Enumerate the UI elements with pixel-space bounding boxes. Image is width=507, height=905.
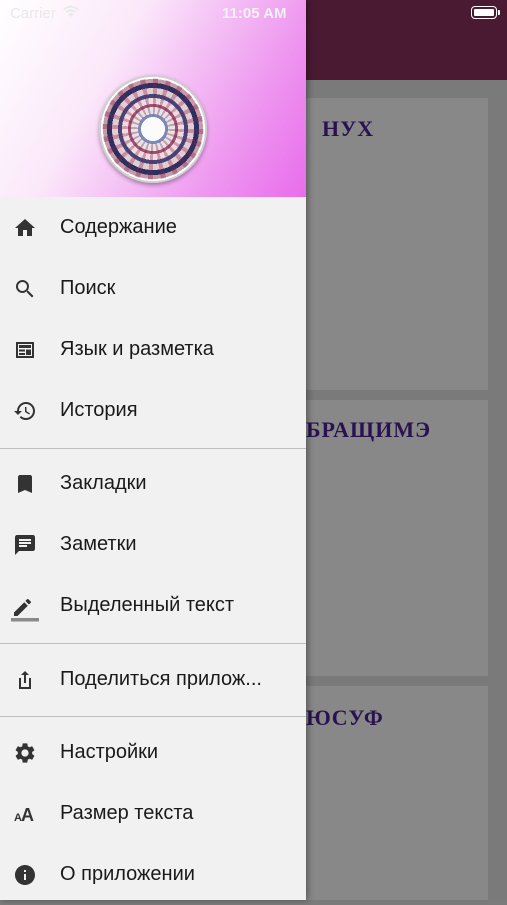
menu-item-label: Поделиться прилож... (60, 668, 262, 690)
status-bar: Carrier 11:05 AM (0, 0, 507, 26)
menu-item-label: Выделенный текст (60, 594, 235, 616)
menu-divider (0, 643, 306, 644)
menu-item-label: Заметки (60, 533, 137, 555)
chapter-card-title: ЮСУФ (306, 705, 384, 730)
menu-item-label: Поиск (60, 277, 116, 299)
note-icon (15, 535, 35, 555)
menu-item-search[interactable]: Поиск (0, 259, 306, 319)
menu-item-label: О приложении (60, 863, 195, 885)
share-icon (19, 671, 31, 689)
menu-item-label: Язык и разметка (60, 338, 214, 360)
menu-item-label: Настройки (60, 741, 159, 763)
home-icon (15, 219, 35, 236)
wifi-icon (63, 5, 79, 17)
history-icon (14, 402, 35, 420)
menu-item-notes[interactable]: Заметки (0, 515, 306, 575)
menu-item-label: Содержание (60, 216, 177, 238)
search-icon (16, 280, 34, 298)
chapter-card-title: БРАЩИМЭ (306, 417, 432, 442)
status-time: 11:05 AM (222, 5, 287, 22)
app-logo (99, 75, 207, 183)
drawer-header (0, 0, 306, 197)
menu-item-language-layout[interactable]: Язык и разметка (0, 320, 306, 380)
menu-item-settings[interactable]: Настройки (0, 723, 306, 783)
bookmark-icon (18, 475, 32, 493)
navigation-drawer: Содержание Поиск Язык и разметка История… (0, 0, 306, 900)
carrier-label: Carrier (10, 5, 56, 22)
menu-item-contents[interactable]: Содержание (0, 198, 306, 258)
menu-item-label: Закладки (60, 472, 147, 494)
menu-item-bookmarks[interactable]: Закладки (0, 454, 306, 514)
menu-item-label: История (60, 399, 138, 421)
text-size-icon: AA (14, 805, 34, 825)
menu-item-highlighted-text[interactable]: Выделенный текст (0, 576, 306, 636)
menu-item-history[interactable]: История (0, 381, 306, 441)
battery-icon (471, 6, 500, 19)
svg-text:A: A (21, 805, 34, 825)
info-icon (15, 865, 35, 885)
menu-item-share-app[interactable]: Поделиться прилож... (0, 650, 306, 710)
highlight-pen-icon (11, 599, 39, 622)
menu-divider (0, 448, 306, 449)
chapter-card-title: НУХ (322, 116, 375, 141)
menu-item-label: Размер текста (60, 802, 194, 824)
menu-divider (0, 716, 306, 717)
menu-item-text-size[interactable]: AA Размер текста (0, 784, 306, 844)
menu-item-about[interactable]: О приложении (0, 845, 306, 905)
gear-icon (15, 743, 35, 763)
layout-icon (16, 342, 34, 358)
